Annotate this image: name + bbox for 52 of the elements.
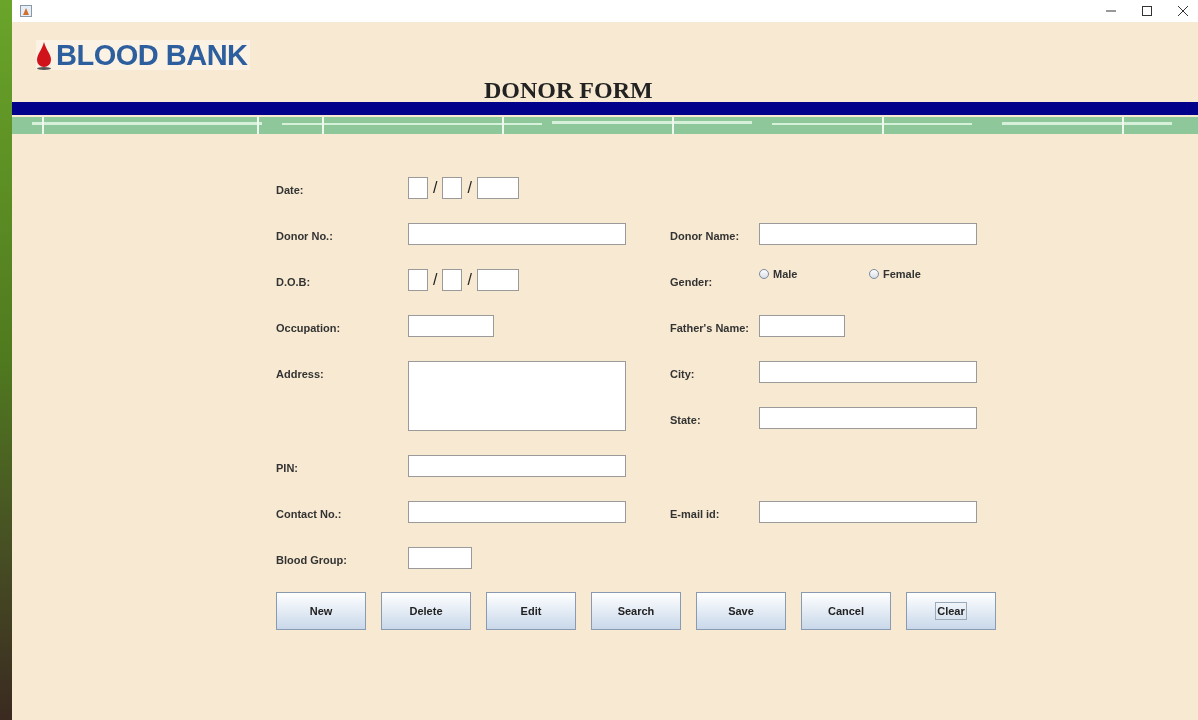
app-icon: [20, 5, 32, 17]
action-button[interactable]: Edit: [486, 592, 576, 630]
blood-drop-icon: [36, 40, 52, 70]
field-label: D.O.B:: [276, 275, 312, 290]
field-label: E-mail id:: [670, 507, 721, 522]
radio-option[interactable]: Female: [869, 266, 974, 283]
form-title: DONOR FORM: [484, 78, 653, 102]
date-separator: /: [467, 270, 472, 290]
input-field[interactable]: [408, 315, 494, 337]
date-separator: /: [433, 270, 438, 290]
maximize-icon[interactable]: [1142, 6, 1152, 16]
field-label: Occupation:: [276, 321, 342, 336]
field-label: Father's Name:: [670, 321, 751, 336]
radio-button[interactable]: [759, 269, 769, 280]
input-field[interactable]: [408, 501, 626, 523]
action-button[interactable]: Cancel: [801, 592, 891, 630]
date-field[interactable]: [476, 269, 519, 291]
field-label: Gender:: [670, 275, 714, 290]
input-field[interactable]: [759, 315, 845, 337]
field-label: Contact No.:: [276, 507, 343, 522]
text-area[interactable]: [408, 361, 626, 431]
input-field[interactable]: [408, 547, 472, 569]
date-field[interactable]: [476, 177, 519, 199]
field-label: Address:: [276, 367, 325, 382]
input-field[interactable]: [759, 407, 977, 429]
date-field[interactable]: [442, 269, 463, 291]
input-field[interactable]: [408, 455, 626, 477]
logo-text: BLOOD BANK: [56, 40, 248, 70]
date-separator: /: [467, 178, 472, 198]
input-field[interactable]: [408, 223, 626, 245]
date-field[interactable]: [408, 269, 428, 291]
action-button[interactable]: New: [276, 592, 366, 630]
field-label: PIN:: [276, 461, 299, 476]
action-button[interactable]: Search: [591, 592, 681, 630]
field-label: Blood Group:: [276, 553, 348, 568]
input-field[interactable]: [759, 501, 977, 523]
radio-button[interactable]: [869, 269, 879, 280]
date-separator: /: [433, 178, 438, 198]
field-label: State:: [670, 413, 702, 428]
field-label: City:: [670, 367, 696, 382]
action-button[interactable]: Save: [696, 592, 786, 630]
date-field[interactable]: [442, 177, 463, 199]
action-button[interactable]: Clear: [906, 592, 996, 630]
date-field[interactable]: [408, 177, 428, 199]
field-label: Date:: [276, 183, 305, 198]
radio-option[interactable]: Male: [759, 266, 864, 283]
close-icon[interactable]: [1178, 6, 1188, 16]
input-field[interactable]: [759, 361, 977, 383]
action-button[interactable]: Delete: [381, 592, 471, 630]
input-field[interactable]: [759, 223, 977, 245]
field-label: Donor No.:: [276, 229, 334, 244]
field-label: Donor Name:: [670, 229, 741, 244]
